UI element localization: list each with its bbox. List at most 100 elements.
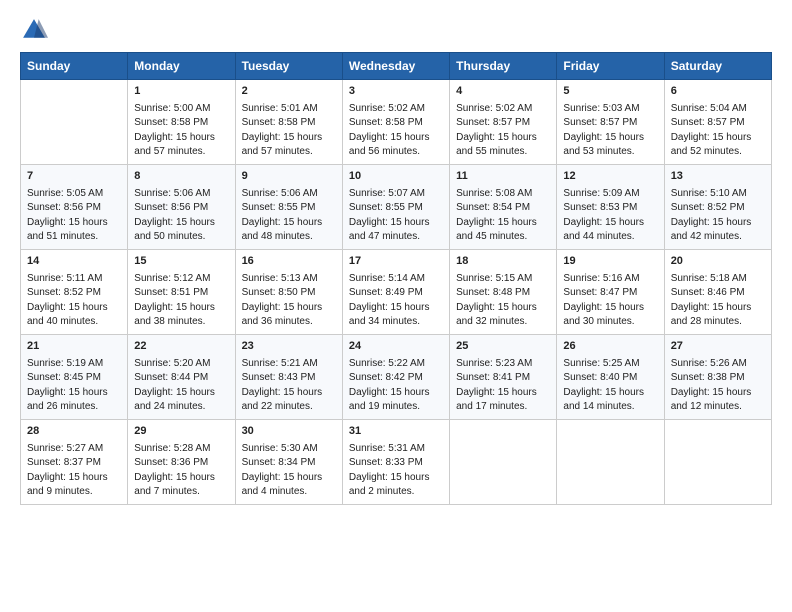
day-cell: 21 Sunrise: 5:19 AM Sunset: 8:45 PM Dayli… [21, 334, 128, 419]
day-info: Sunrise: 5:06 AM Sunset: 8:56 PM Dayligh… [134, 187, 228, 245]
day-info: Sunrise: 5:21 AM Sunset: 8:43 PM Dayligh… [242, 357, 336, 415]
day-info: Sunrise: 5:19 AM Sunset: 8:45 PM Dayligh… [27, 357, 121, 415]
day-cell: 22Sunrise: 5:20 AM Sunset: 8:44 PM Dayli… [128, 334, 235, 419]
day-info: Sunrise: 5:02 AM Sunset: 8:57 PM Dayligh… [456, 102, 550, 160]
day-number: 5 [563, 84, 657, 100]
day-number: 21 [27, 339, 121, 355]
day-info: Sunrise: 5:04 AM Sunset: 8:57 PM Dayligh… [671, 102, 765, 160]
day-number: 19 [563, 254, 657, 270]
header-cell-thursday: Thursday [450, 53, 557, 80]
day-info: Sunrise: 5:09 AM Sunset: 8:53 PM Dayligh… [563, 187, 657, 245]
day-number: 20 [671, 254, 765, 270]
day-number: 14 [27, 254, 121, 270]
day-cell: 10 Sunrise: 5:07 AM Sunset: 8:55 PM Dayli… [342, 164, 449, 249]
day-info: Sunrise: 5:05 AM Sunset: 8:56 PM Dayligh… [27, 187, 121, 245]
day-info: Sunrise: 5:06 AM Sunset: 8:55 PM Dayligh… [242, 187, 336, 245]
calendar-table: SundayMondayTuesdayWednesdayThursdayFrid… [20, 52, 772, 505]
day-number: 3 [349, 84, 443, 100]
day-number: 1 [134, 84, 228, 100]
day-number: 17 [349, 254, 443, 270]
week-row-1: 7 Sunrise: 5:05 AM Sunset: 8:56 PM Daylig… [21, 164, 772, 249]
day-info: Sunrise: 5:11 AM Sunset: 8:52 PM Dayligh… [27, 272, 121, 330]
day-info: Sunrise: 5:31 AM Sunset: 8:33 PM Dayligh… [349, 442, 443, 500]
day-cell: 2 Sunrise: 5:01 AM Sunset: 8:58 PM Daylig… [235, 80, 342, 165]
calendar-body: 1 Sunrise: 5:00 AM Sunset: 8:58 PM Daylig… [21, 80, 772, 505]
header-cell-wednesday: Wednesday [342, 53, 449, 80]
day-cell: 19Sunrise: 5:16 AM Sunset: 8:47 PM Dayli… [557, 249, 664, 334]
day-number: 26 [563, 339, 657, 355]
day-cell: 16 Sunrise: 5:13 AM Sunset: 8:50 PM Dayli… [235, 249, 342, 334]
day-cell: 30 Sunrise: 5:30 AM Sunset: 8:34 PM Dayli… [235, 419, 342, 504]
day-cell: 29Sunrise: 5:28 AM Sunset: 8:36 PM Dayli… [128, 419, 235, 504]
day-number: 9 [242, 169, 336, 185]
header-cell-tuesday: Tuesday [235, 53, 342, 80]
day-number: 10 [349, 169, 443, 185]
day-number: 30 [242, 424, 336, 440]
day-number: 16 [242, 254, 336, 270]
day-info: Sunrise: 5:07 AM Sunset: 8:55 PM Dayligh… [349, 187, 443, 245]
day-cell: 4Sunrise: 5:02 AM Sunset: 8:57 PM Daylig… [450, 80, 557, 165]
day-number: 15 [134, 254, 228, 270]
header-row-days: SundayMondayTuesdayWednesdayThursdayFrid… [21, 53, 772, 80]
day-cell: 1 Sunrise: 5:00 AM Sunset: 8:58 PM Daylig… [128, 80, 235, 165]
day-info: Sunrise: 5:27 AM Sunset: 8:37 PM Dayligh… [27, 442, 121, 500]
day-cell: 7 Sunrise: 5:05 AM Sunset: 8:56 PM Daylig… [21, 164, 128, 249]
day-cell: 25 Sunrise: 5:23 AM Sunset: 8:41 PM Dayli… [450, 334, 557, 419]
day-info: Sunrise: 5:26 AM Sunset: 8:38 PM Dayligh… [671, 357, 765, 415]
day-number: 8 [134, 169, 228, 185]
header-cell-friday: Friday [557, 53, 664, 80]
day-cell: 27 Sunrise: 5:26 AM Sunset: 8:38 PM Dayli… [664, 334, 771, 419]
day-cell: 13 Sunrise: 5:10 AM Sunset: 8:52 PM Dayli… [664, 164, 771, 249]
day-cell: 23 Sunrise: 5:21 AM Sunset: 8:43 PM Dayli… [235, 334, 342, 419]
day-info: Sunrise: 5:12 AM Sunset: 8:51 PM Dayligh… [134, 272, 228, 330]
header-cell-monday: Monday [128, 53, 235, 80]
week-row-0: 1 Sunrise: 5:00 AM Sunset: 8:58 PM Daylig… [21, 80, 772, 165]
day-cell: 26 Sunrise: 5:25 AM Sunset: 8:40 PM Dayli… [557, 334, 664, 419]
day-number: 7 [27, 169, 121, 185]
day-info: Sunrise: 5:01 AM Sunset: 8:58 PM Dayligh… [242, 102, 336, 160]
page-container: SundayMondayTuesdayWednesdayThursdayFrid… [0, 0, 792, 515]
day-number: 25 [456, 339, 550, 355]
day-number: 27 [671, 339, 765, 355]
day-cell: 6 Sunrise: 5:04 AM Sunset: 8:57 PM Daylig… [664, 80, 771, 165]
day-cell: 24 Sunrise: 5:22 AM Sunset: 8:42 PM Dayli… [342, 334, 449, 419]
day-info: Sunrise: 5:00 AM Sunset: 8:58 PM Dayligh… [134, 102, 228, 160]
day-number: 6 [671, 84, 765, 100]
day-info: Sunrise: 5:30 AM Sunset: 8:34 PM Dayligh… [242, 442, 336, 500]
header-row [20, 16, 772, 44]
day-number: 31 [349, 424, 443, 440]
day-info: Sunrise: 5:22 AM Sunset: 8:42 PM Dayligh… [349, 357, 443, 415]
day-info: Sunrise: 5:10 AM Sunset: 8:52 PM Dayligh… [671, 187, 765, 245]
day-info: Sunrise: 5:20 AM Sunset: 8:44 PM Dayligh… [134, 357, 228, 415]
logo [20, 16, 52, 44]
day-number: 2 [242, 84, 336, 100]
day-cell: 14 Sunrise: 5:11 AM Sunset: 8:52 PM Dayli… [21, 249, 128, 334]
day-info: Sunrise: 5:28 AM Sunset: 8:36 PM Dayligh… [134, 442, 228, 500]
header-cell-sunday: Sunday [21, 53, 128, 80]
day-cell: 8 Sunrise: 5:06 AM Sunset: 8:56 PM Daylig… [128, 164, 235, 249]
day-number: 28 [27, 424, 121, 440]
day-info: Sunrise: 5:02 AM Sunset: 8:58 PM Dayligh… [349, 102, 443, 160]
day-number: 24 [349, 339, 443, 355]
day-info: Sunrise: 5:25 AM Sunset: 8:40 PM Dayligh… [563, 357, 657, 415]
week-row-2: 14 Sunrise: 5:11 AM Sunset: 8:52 PM Dayli… [21, 249, 772, 334]
day-info: Sunrise: 5:23 AM Sunset: 8:41 PM Dayligh… [456, 357, 550, 415]
day-cell [557, 419, 664, 504]
day-cell: 18 Sunrise: 5:15 AM Sunset: 8:48 PM Dayli… [450, 249, 557, 334]
day-info: Sunrise: 5:03 AM Sunset: 8:57 PM Dayligh… [563, 102, 657, 160]
day-cell [664, 419, 771, 504]
day-info: Sunrise: 5:18 AM Sunset: 8:46 PM Dayligh… [671, 272, 765, 330]
day-cell: 3 Sunrise: 5:02 AM Sunset: 8:58 PM Daylig… [342, 80, 449, 165]
logo-icon [20, 16, 48, 44]
day-cell: 12 Sunrise: 5:09 AM Sunset: 8:53 PM Dayli… [557, 164, 664, 249]
day-number: 23 [242, 339, 336, 355]
day-cell: 20 Sunrise: 5:18 AM Sunset: 8:46 PM Dayli… [664, 249, 771, 334]
day-number: 12 [563, 169, 657, 185]
day-info: Sunrise: 5:13 AM Sunset: 8:50 PM Dayligh… [242, 272, 336, 330]
day-number: 13 [671, 169, 765, 185]
day-number: 18 [456, 254, 550, 270]
day-info: Sunrise: 5:15 AM Sunset: 8:48 PM Dayligh… [456, 272, 550, 330]
day-info: Sunrise: 5:08 AM Sunset: 8:54 PM Dayligh… [456, 187, 550, 245]
calendar-header: SundayMondayTuesdayWednesdayThursdayFrid… [21, 53, 772, 80]
day-cell [450, 419, 557, 504]
